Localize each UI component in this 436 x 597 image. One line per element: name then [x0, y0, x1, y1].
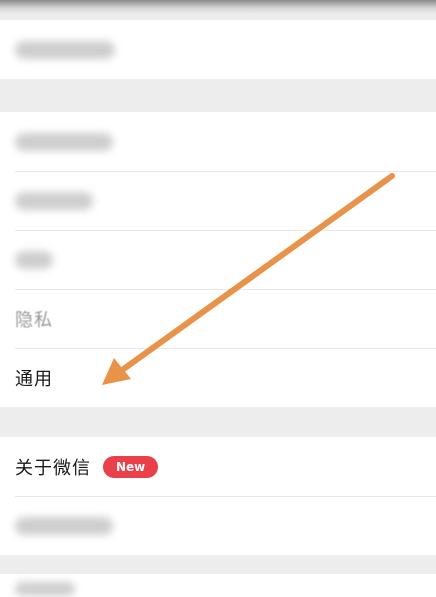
settings-item-blurred-6[interactable] [0, 574, 436, 597]
blurred-label [15, 132, 113, 151]
blurred-label [15, 40, 115, 59]
status-bar-shadow [0, 0, 436, 14]
settings-item-general[interactable]: 通用 [0, 348, 436, 407]
settings-item-blurred-5[interactable] [0, 496, 436, 555]
settings-item-blurred-3[interactable] [0, 171, 436, 230]
blurred-label [15, 516, 113, 535]
new-badge: New [103, 455, 159, 478]
settings-item-blurred-2[interactable] [0, 112, 436, 171]
blurred-label [15, 250, 53, 269]
settings-group-main: 隐私 通用 [0, 112, 436, 407]
settings-item-blurred-4[interactable] [0, 230, 436, 289]
settings-group-account [0, 20, 436, 79]
about-label: 关于微信 [15, 457, 91, 479]
blurred-label [15, 582, 75, 596]
settings-group-about: 关于微信 New [0, 437, 436, 555]
general-label: 通用 [15, 368, 53, 390]
privacy-label: 隐私 [15, 309, 53, 331]
settings-group-bottom [0, 574, 436, 597]
settings-item-about[interactable]: 关于微信 New [0, 437, 436, 496]
blurred-label [15, 191, 93, 210]
settings-item-privacy[interactable]: 隐私 [0, 289, 436, 348]
settings-item-blurred-1[interactable] [0, 20, 436, 79]
